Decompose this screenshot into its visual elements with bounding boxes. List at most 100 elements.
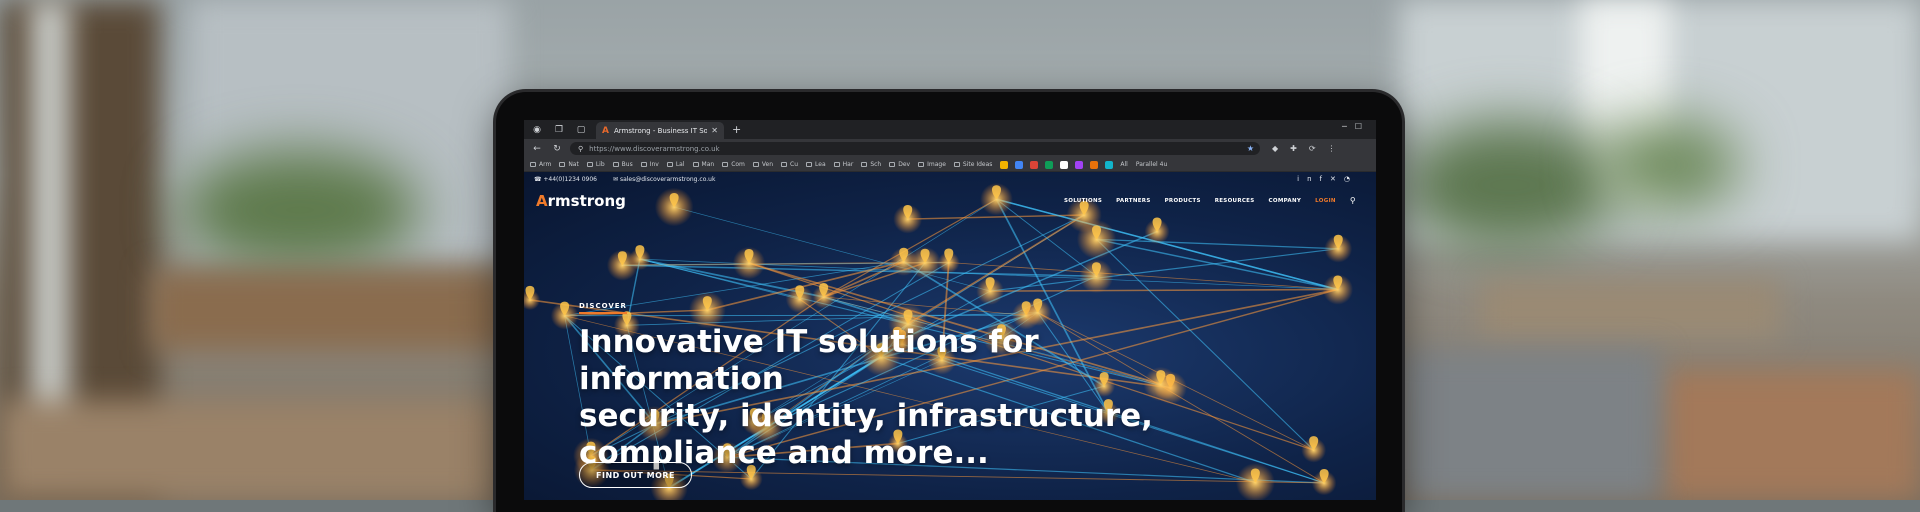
linkedin-icon[interactable]: in <box>1297 175 1319 183</box>
folder-icon <box>834 162 840 167</box>
find-out-more-button[interactable]: FIND OUT MORE <box>579 462 692 488</box>
bookmark-item[interactable]: Cu <box>781 161 798 168</box>
folder-icon <box>530 162 536 167</box>
hero-eyebrow: DISCOVER <box>579 302 627 314</box>
bookmark-item[interactable]: Nat <box>559 161 579 168</box>
nav-solutions[interactable]: SOLUTIONS <box>1064 198 1102 205</box>
folder-icon <box>587 162 593 167</box>
bookmark-favicon-icon[interactable] <box>1105 161 1113 169</box>
network-link <box>990 289 1338 291</box>
bookmark-item[interactable]: Parallel 4u <box>1136 161 1167 168</box>
tab-search-icon[interactable]: ▢ <box>574 123 588 137</box>
folder-icon <box>781 162 787 167</box>
nav-resources[interactable]: RESOURCES <box>1215 198 1255 205</box>
folder-icon <box>641 162 647 167</box>
bookmark-item[interactable]: Ven <box>753 161 773 168</box>
armstrong-logo[interactable]: Armstrong <box>536 192 626 210</box>
plant-blur-right <box>1400 120 1620 250</box>
email-address: sales@discoverarmstrong.co.uk <box>620 176 716 183</box>
folder-icon <box>753 162 759 167</box>
bookmark-label: Image <box>927 161 946 168</box>
bookmark-label: Arm <box>539 161 551 168</box>
bookmark-item[interactable]: Image <box>918 161 946 168</box>
logo-mark: A <box>536 192 548 210</box>
url-text: https://www.discoverarmstrong.co.uk <box>589 145 719 153</box>
browser-tab-bar: ◉ ❐ ▢ A Armstrong - Business IT Solution… <box>524 120 1376 139</box>
bookmark-label: Site Ideas <box>963 161 993 168</box>
bookmark-item[interactable]: Inv <box>641 161 659 168</box>
tab-title: Armstrong - Business IT Solutions <box>614 127 707 135</box>
bookmark-favicon-icon[interactable] <box>1075 161 1083 169</box>
nav-partners[interactable]: PARTNERS <box>1116 198 1150 205</box>
reload-icon[interactable]: ↻ <box>550 144 564 154</box>
bookmark-star-icon[interactable]: ★ <box>1247 144 1254 153</box>
url-input[interactable]: ⚲ https://www.discoverarmstrong.co.uk ★ <box>570 142 1260 155</box>
bookmark-item[interactable]: Site Ideas <box>954 161 993 168</box>
new-tab-icon[interactable]: + <box>732 123 741 136</box>
rss-icon[interactable]: ◔ <box>1344 175 1358 183</box>
bookmark-item[interactable]: All <box>1120 161 1127 168</box>
bookmark-item[interactable]: Com <box>722 161 745 168</box>
nav-products[interactable]: PRODUCTS <box>1165 198 1201 205</box>
sync-icon[interactable]: ⟳ <box>1309 144 1316 153</box>
facebook-icon[interactable]: f <box>1320 175 1330 183</box>
bookmark-item[interactable]: Sch <box>861 161 881 168</box>
tab-favicon-icon: A <box>602 126 609 136</box>
search-icon[interactable]: ⚲ <box>1350 196 1356 205</box>
side-table <box>1660 370 1920 500</box>
hero-headline: Innovative IT solutions for information … <box>579 324 1199 472</box>
folder-icon <box>954 162 960 167</box>
folder-icon <box>918 162 924 167</box>
menu-dots-icon[interactable]: ⋮ <box>1328 144 1336 153</box>
bookmark-favicon-icon[interactable] <box>1045 161 1053 169</box>
bookmark-item[interactable]: Lib <box>587 161 605 168</box>
logo-wordmark: rmstrong <box>548 192 626 210</box>
phone-link[interactable]: ☎ +44(0)1234 0906 <box>534 176 597 183</box>
bookmark-label: Bus <box>622 161 633 168</box>
bookmark-label: Man <box>702 161 715 168</box>
bookmark-favicon-icon[interactable] <box>1030 161 1038 169</box>
close-tab-icon[interactable]: ✕ <box>711 126 718 135</box>
window-frame <box>30 0 70 460</box>
bookmark-item[interactable]: Dev <box>889 161 910 168</box>
bookmark-label: Sch <box>870 161 881 168</box>
x-icon[interactable]: ✕ <box>1330 175 1344 183</box>
bookmark-label: Dev <box>898 161 910 168</box>
bookmark-item[interactable]: Man <box>693 161 715 168</box>
bookmark-favicon-icon[interactable] <box>1060 161 1068 169</box>
back-icon[interactable]: ← <box>530 144 544 154</box>
bookmark-favicon-icon[interactable] <box>1015 161 1023 169</box>
window-controls[interactable]: ─☐ <box>1342 122 1370 131</box>
bookmark-label: Lea <box>815 161 826 168</box>
bookmark-item[interactable]: Arm <box>530 161 551 168</box>
sofa-blur <box>1480 280 1780 340</box>
folder-icon <box>667 162 673 167</box>
profile-icon[interactable]: ◉ <box>530 123 544 137</box>
extension-icon[interactable]: ◆ <box>1272 144 1278 153</box>
bookmark-label: Ven <box>762 161 773 168</box>
folder-icon <box>889 162 895 167</box>
bookmark-item[interactable]: Lal <box>667 161 685 168</box>
floor-blur <box>1400 350 1660 500</box>
extensions-puzzle-icon[interactable]: ✚ <box>1290 144 1297 153</box>
bookmarks-bar: Arm Nat Lib Bus Inv Lal Man Com Ven Cu Lea Har Sch De… <box>524 158 1376 172</box>
tab-groups-icon[interactable]: ❐ <box>552 123 566 137</box>
bookmark-item[interactable]: Har <box>834 161 854 168</box>
nav-company[interactable]: COMPANY <box>1269 198 1302 205</box>
bookmark-label: Nat <box>568 161 579 168</box>
email-link[interactable]: ✉ sales@discoverarmstrong.co.uk <box>613 176 715 183</box>
social-links: inf✕◔ <box>1297 175 1358 183</box>
bookmark-favicon-icon[interactable] <box>1000 161 1008 169</box>
nav-login[interactable]: LOGIN <box>1315 198 1336 205</box>
site-info-icon[interactable]: ⚲ <box>578 145 583 153</box>
bookmark-item[interactable]: Bus <box>613 161 633 168</box>
active-tab[interactable]: A Armstrong - Business IT Solutions ✕ <box>596 122 724 139</box>
bookmark-favicon-icon[interactable] <box>1090 161 1098 169</box>
website-hero: ☎ +44(0)1234 0906 ✉ sales@discoverarmstr… <box>524 172 1376 500</box>
network-link <box>996 199 1337 289</box>
folder-icon <box>693 162 699 167</box>
wood-furniture <box>150 270 510 350</box>
network-link <box>990 249 1338 291</box>
bookmark-item[interactable]: Lea <box>806 161 826 168</box>
table-surface <box>0 400 500 500</box>
